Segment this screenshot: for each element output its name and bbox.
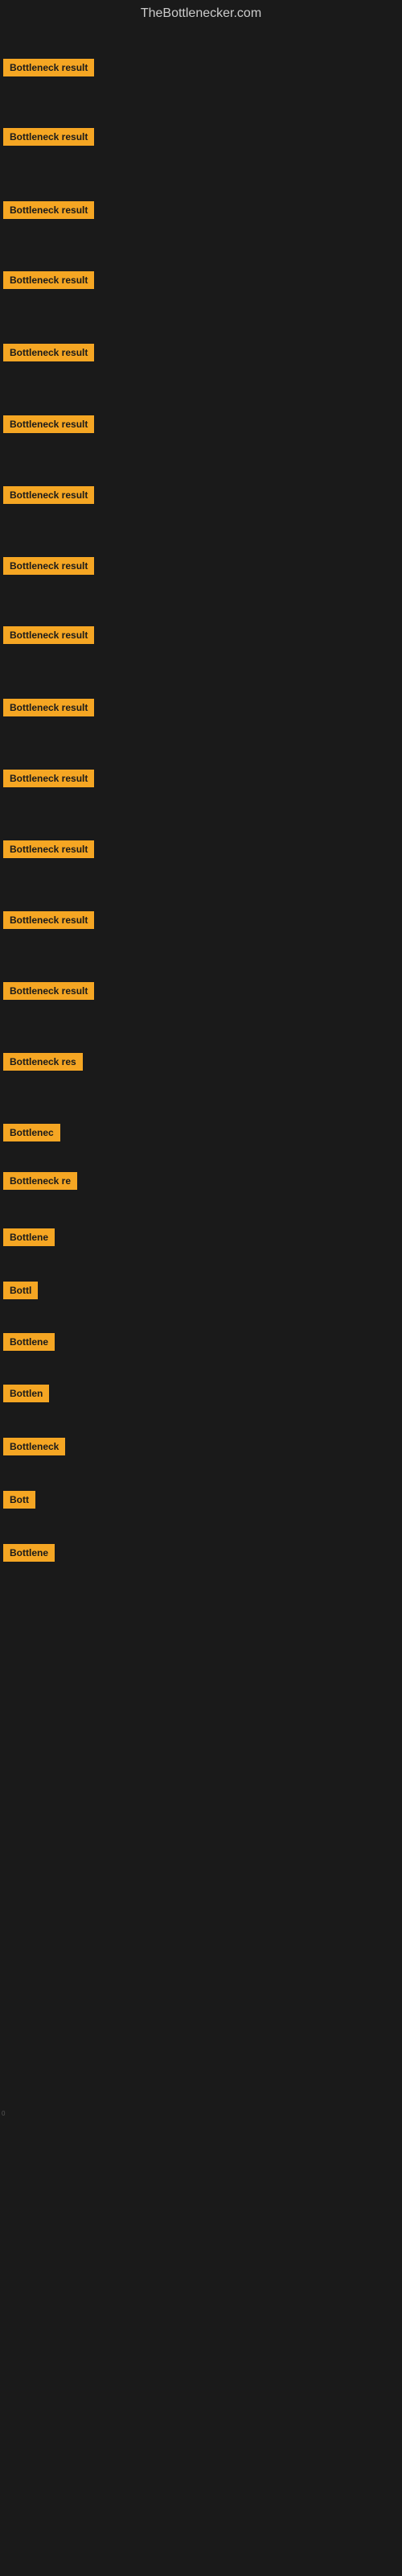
bottleneck-badge: Bottlen: [3, 1385, 49, 1402]
bottleneck-badge: Bottleneck result: [3, 128, 94, 146]
list-item: Bottlene: [3, 1544, 55, 1562]
bottleneck-badge: Bottlene: [3, 1228, 55, 1246]
list-item: Bottlenec: [3, 1124, 60, 1141]
list-item: Bottleneck result: [3, 699, 94, 716]
bottleneck-badge: Bottlene: [3, 1544, 55, 1562]
list-item: Bottleneck result: [3, 557, 94, 575]
bottleneck-badge: Bottleneck result: [3, 699, 94, 716]
list-item: Bottleneck result: [3, 201, 94, 219]
list-item: Bottleneck result: [3, 415, 94, 433]
bottleneck-badge: Bottleneck result: [3, 982, 94, 1000]
bottleneck-badge: Bottleneck result: [3, 415, 94, 433]
list-item: Bottleneck result: [3, 626, 94, 644]
bottleneck-badge: Bottleneck result: [3, 911, 94, 929]
bottleneck-badge: Bottleneck result: [3, 557, 94, 575]
list-item: Bottleneck res: [3, 1053, 83, 1071]
bottleneck-badge: Bottleneck result: [3, 201, 94, 219]
bottleneck-badge: Bottleneck: [3, 1438, 65, 1455]
bottleneck-badge: Bottl: [3, 1282, 38, 1299]
bottleneck-badge: Bottleneck re: [3, 1172, 77, 1190]
bottleneck-badge: Bottleneck result: [3, 344, 94, 361]
axis-label: 0: [2, 2110, 5, 2117]
list-item: Bottleneck result: [3, 982, 94, 1000]
list-item: Bottleneck result: [3, 128, 94, 146]
list-item: Bottleneck result: [3, 59, 94, 76]
bottleneck-badge: Bottleneck res: [3, 1053, 83, 1071]
bottleneck-badge: Bottleneck result: [3, 59, 94, 76]
list-item: Bottleneck: [3, 1438, 65, 1455]
bottleneck-badge: Bottlenec: [3, 1124, 60, 1141]
list-item: Bottleneck result: [3, 344, 94, 361]
bottleneck-badge: Bottleneck result: [3, 840, 94, 858]
list-item: Bottleneck result: [3, 840, 94, 858]
bottleneck-badge: Bott: [3, 1491, 35, 1509]
bottleneck-badge: Bottleneck result: [3, 770, 94, 787]
list-item: Bottlene: [3, 1228, 55, 1246]
list-item: Bottleneck result: [3, 271, 94, 289]
bottleneck-badge: Bottleneck result: [3, 271, 94, 289]
list-item: Bottlen: [3, 1385, 49, 1402]
bottleneck-badge: Bottleneck result: [3, 486, 94, 504]
list-item: Bott: [3, 1491, 35, 1509]
bottleneck-badge: Bottleneck result: [3, 626, 94, 644]
list-item: Bottleneck result: [3, 486, 94, 504]
list-item: Bottleneck re: [3, 1172, 77, 1190]
site-title: TheBottlenecker.com: [0, 0, 402, 24]
bottleneck-badge: Bottlene: [3, 1333, 55, 1351]
list-item: Bottleneck result: [3, 911, 94, 929]
list-item: Bottleneck result: [3, 770, 94, 787]
list-item: Bottl: [3, 1282, 38, 1299]
list-item: Bottlene: [3, 1333, 55, 1351]
